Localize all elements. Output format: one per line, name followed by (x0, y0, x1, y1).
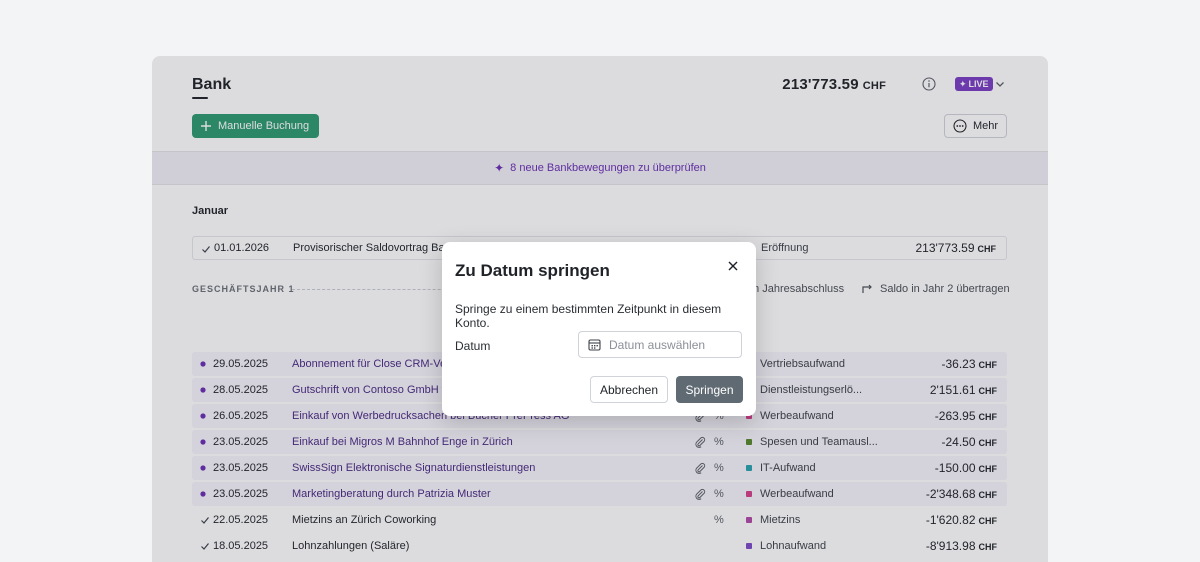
close-icon[interactable] (728, 261, 738, 271)
jump-button[interactable]: Springen (676, 376, 743, 403)
date-field-label: Datum (455, 339, 491, 353)
dialog-description: Springe zu einem bestimmten Zeitpunkt in… (455, 302, 722, 330)
date-placeholder: Datum auswählen (609, 337, 706, 352)
cancel-button[interactable]: Abbrechen (590, 376, 668, 403)
dialog-title: Zu Datum springen (455, 261, 610, 280)
calendar-icon (588, 339, 601, 351)
date-picker-input[interactable]: Datum auswählen (578, 331, 742, 358)
jump-to-date-dialog: Zu Datum springen Springe zu einem besti… (442, 242, 756, 416)
